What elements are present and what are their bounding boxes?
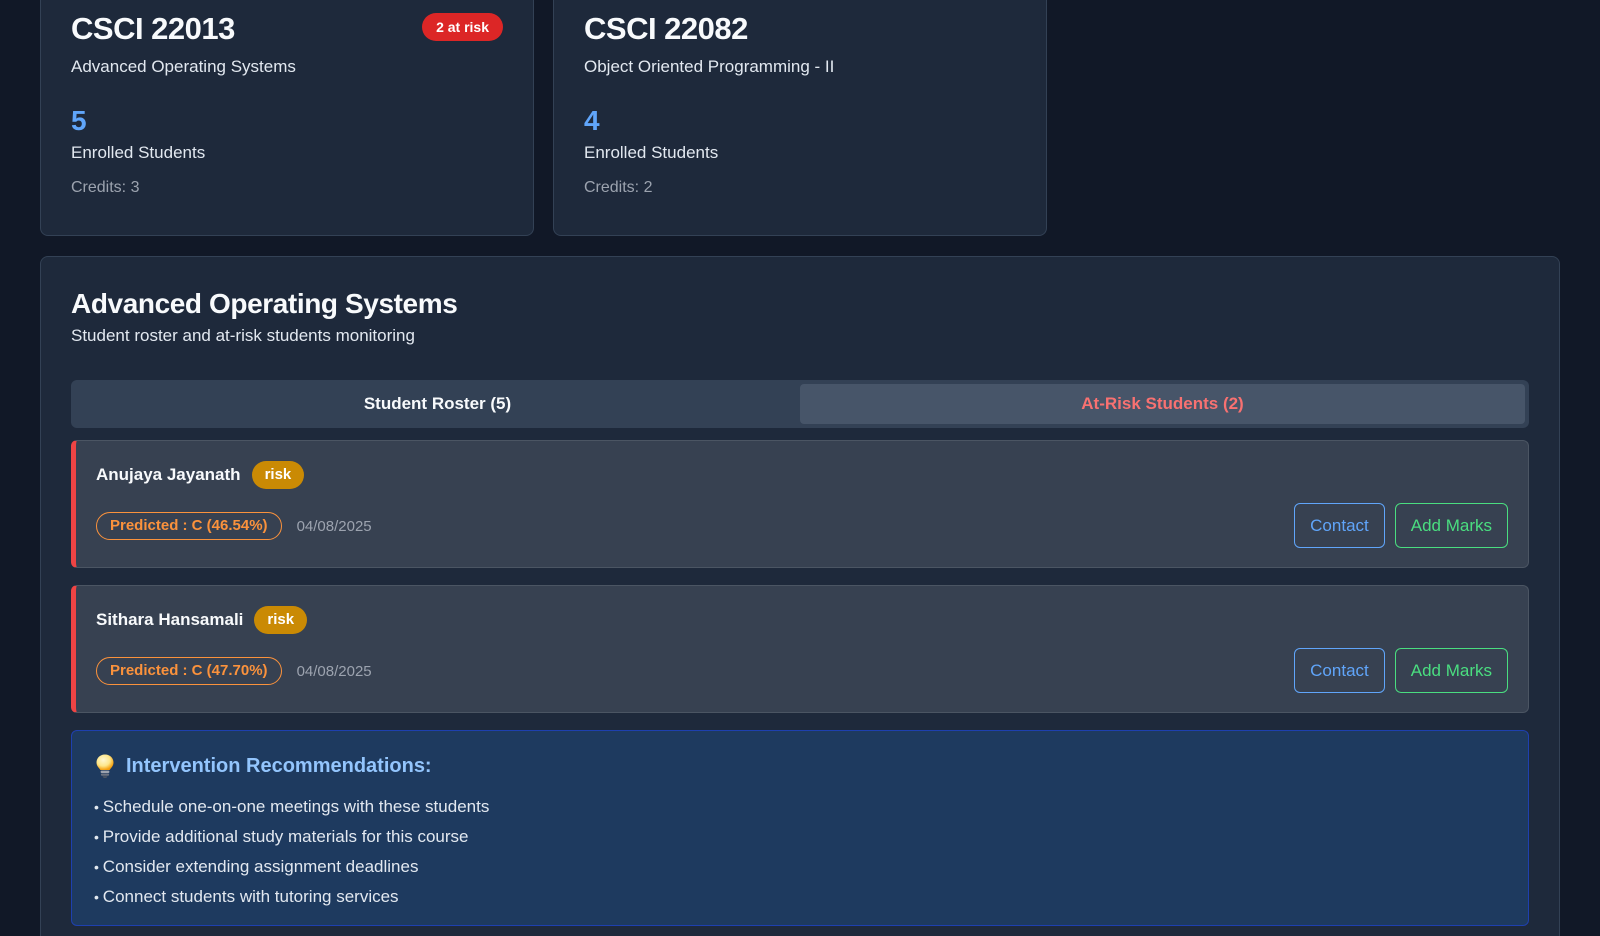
predicted-grade-badge: Predicted : C (47.70%) xyxy=(96,657,282,685)
student-date: 04/08/2025 xyxy=(296,662,372,680)
tab-student-roster[interactable]: Student Roster (5) xyxy=(75,384,800,424)
panel-subtitle: Student roster and at-risk students moni… xyxy=(71,326,415,345)
contact-button[interactable]: Contact xyxy=(1294,648,1385,693)
enrolled-count: 5 xyxy=(71,105,87,136)
tab-at-risk-students[interactable]: At-Risk Students (2) xyxy=(800,384,1525,424)
course-credits: Credits: 3 xyxy=(71,179,140,196)
enrolled-label: Enrolled Students xyxy=(584,143,719,162)
course-name: Advanced Operating Systems xyxy=(71,57,296,76)
at-risk-badge: 2 at risk xyxy=(422,13,503,41)
at-risk-student-card: Sithara Hansamali risk Predicted : C (47… xyxy=(71,585,1529,713)
predicted-grade-badge: Predicted : C (46.54%) xyxy=(96,512,282,540)
enrolled-label: Enrolled Students xyxy=(71,143,206,162)
add-marks-button[interactable]: Add Marks xyxy=(1394,503,1508,548)
risk-tag: risk xyxy=(254,606,308,634)
student-name: Anujaya Jayanath xyxy=(96,465,241,484)
intervention-recommendations: Intervention Recommendations: Schedule o… xyxy=(71,730,1529,926)
add-marks-button[interactable]: Add Marks xyxy=(1394,648,1508,693)
lightbulb-icon xyxy=(96,754,114,778)
course-card-csci-22082[interactable]: CSCI 22082 Object Oriented Programming -… xyxy=(553,0,1047,236)
course-credits: Credits: 2 xyxy=(584,179,653,196)
course-card-csci-22013[interactable]: CSCI 22013 2 at risk Advanced Operating … xyxy=(40,0,534,236)
recommendations-list: Schedule one-on-one meetings with these … xyxy=(94,792,1506,912)
student-date: 04/08/2025 xyxy=(296,517,372,535)
student-name: Sithara Hansamali xyxy=(96,610,244,629)
recommendation-item: Schedule one-on-one meetings with these … xyxy=(94,792,1506,822)
recommendation-item: Consider extending assignment deadlines xyxy=(94,852,1506,882)
contact-button[interactable]: Contact xyxy=(1294,503,1385,548)
tab-bar: Student Roster (5) At-Risk Students (2) xyxy=(71,380,1529,428)
enrolled-count: 4 xyxy=(584,105,600,136)
recommendations-title: Intervention Recommendations: xyxy=(126,754,432,777)
course-detail-panel: Advanced Operating Systems Student roste… xyxy=(40,256,1560,936)
at-risk-student-card: Anujaya Jayanath risk Predicted : C (46.… xyxy=(71,440,1529,568)
recommendation-item: Connect students with tutoring services xyxy=(94,882,1506,912)
recommendation-item: Provide additional study materials for t… xyxy=(94,822,1506,852)
risk-tag: risk xyxy=(251,461,305,489)
course-name: Object Oriented Programming - II xyxy=(584,57,835,76)
dashboard-page: CSCI 22013 2 at risk Advanced Operating … xyxy=(0,0,1600,936)
panel-title: Advanced Operating Systems xyxy=(71,288,458,319)
course-code: CSCI 22082 xyxy=(584,11,748,46)
